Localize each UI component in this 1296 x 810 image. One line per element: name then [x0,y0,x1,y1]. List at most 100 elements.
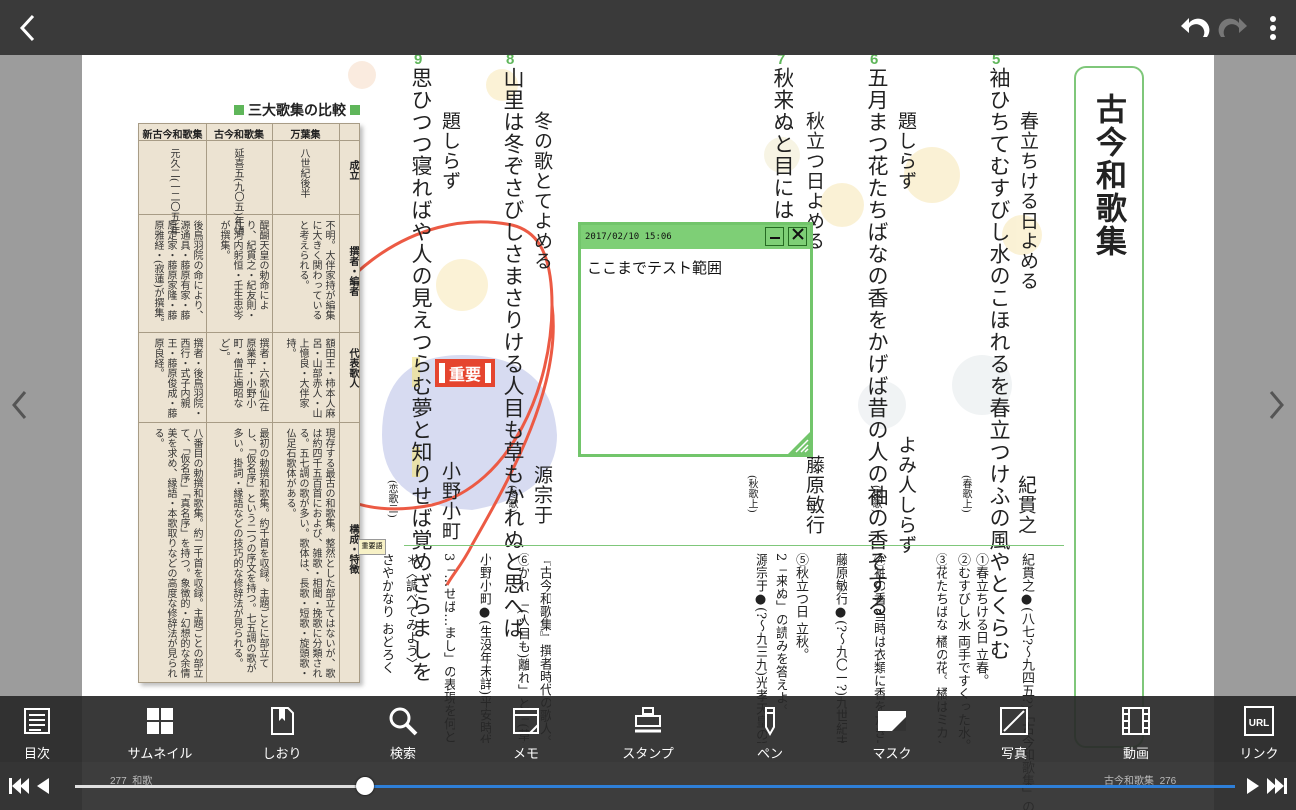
memo-timestamp: 2017/02/10 15:06 [585,232,672,242]
more-menu-button[interactable] [1258,0,1288,55]
search-button[interactable]: 検索 [353,696,453,762]
memo-icon [513,708,539,734]
row-label: 撰者・編者 [347,246,358,296]
redo-button[interactable] [1214,0,1252,55]
photo-icon [1000,707,1028,735]
chevron-left-icon [19,14,34,41]
slider-track-remaining[interactable] [356,785,1235,788]
comparison-title: 三大歌集の比較 [230,100,364,120]
row-label: 代表歌人 [347,348,358,388]
poem-text: 秋来ぬと目にはさやかに見えねども風の音にぞおどろかれぬる [772,67,793,222]
svg-text:URL: URL [1249,718,1270,729]
poem-preface: 題しらず [895,111,917,191]
top-bar [0,0,1296,55]
previous-page-step-button[interactable] [34,775,52,797]
undo-button[interactable] [1176,0,1214,55]
poem-preface: 春立ちける日よめる [1017,111,1039,291]
table-cell: 醍醐天皇の勅命により、紀貫之・紀友則・凡河内躬恒・壬生忠岑が撰集。 [218,220,268,320]
skip-to-start-icon [9,778,29,794]
skip-to-end-icon [1267,778,1287,794]
poem-source: (夏歌) [870,485,881,513]
redo-icon [1218,17,1247,37]
pen-button[interactable]: ペン [720,696,820,762]
table-cell: 八世紀後半 [298,148,309,198]
table-header: 万葉集 [290,130,321,141]
step-forward-icon [1247,778,1259,794]
page-slider-handle[interactable] [356,777,374,795]
memo-note[interactable]: 2017/02/10 15:06 ここまでテスト範囲 [578,222,813,457]
memo-button[interactable]: メモ [476,696,576,762]
poem-author: 源宗于 [531,465,553,525]
url-link-icon: URL [1244,706,1274,736]
poem-author: 紀貫之 [1015,475,1037,535]
important-stamp[interactable]: 重要 [436,360,494,386]
table-cell: 不明。大伴家持が編集に大きく関わっていると考えられる。 [297,220,334,320]
mask-icon [878,711,906,731]
chevron-right-icon [1269,391,1284,419]
poem-source: (秋歌上) [746,475,757,513]
link-button[interactable]: URL リンク [1209,696,1296,762]
table-cell: 元久二(一二〇五)年 [168,148,179,236]
resize-handle-icon[interactable] [788,432,810,454]
poem-text: 五月まつ花たちばなの香をかげば昔の人の袖の香ぞする [865,67,889,617]
close-icon [791,228,804,240]
next-page-button[interactable] [1256,385,1296,425]
table-cell: 現存する最古の和歌集。整然とした部立てはないが、歌は約四千五百首におよび、雑歌・… [284,428,334,678]
toc-icon [24,708,50,734]
bookmark-icon [271,707,294,735]
section-title: 古今和歌集 [1090,93,1126,258]
bottom-toolbar: 目次 サムネイル しおり 検索 メモ スタンプ ペン マスク 写真 動画 URL… [0,696,1296,762]
poem-source: (冬歌) [506,485,517,513]
minimize-icon [769,237,780,239]
poem-source: (恋歌二) [386,480,397,518]
memo-close-button[interactable] [788,227,807,246]
photo-button[interactable]: 写真 [964,696,1064,762]
pen-icon [765,707,775,737]
ebook-reader: 三大歌集の比較 新古今和歌集 古今和歌集 万葉集 成立 撰者・編者 代表歌人 構… [0,0,1296,810]
row-label: 成立 [347,160,358,180]
poem-author: 小野小町 [439,461,461,541]
memo-text[interactable]: ここまでテスト範囲 [581,249,810,286]
stamp-icon [635,707,661,733]
poem-source: (春歌上) [960,475,971,513]
note: ①春立ちける日 立春。 [973,553,988,688]
table-cell: 撰者・後鳥羽院・西行・式子内親王・藤原俊成・藤原良経。 [152,338,202,418]
memo-minimize-button[interactable] [765,227,784,246]
table-cell: 後鳥羽院の命により、源通具・藤原有家・藤原定家・藤原家隆・藤原雅経・(寂蓮)が撰… [152,220,202,328]
video-button[interactable]: 動画 [1086,696,1186,762]
poem-preface: 冬の歌とてよめる [531,111,553,271]
table-cell: 延喜五(九〇五)年頃 [232,148,243,236]
chevron-left-icon [12,391,27,419]
notes-divider [404,545,1064,546]
search-icon [389,707,418,736]
toc-button[interactable]: 目次 [0,696,87,762]
stamp-button[interactable]: スタンプ [598,696,698,762]
mask-button[interactable]: マスク [842,696,942,762]
table-header: 新古今和歌集 [142,130,203,141]
small-stamp[interactable]: 重要語 [358,539,386,555]
slider-track-filled[interactable] [75,785,356,788]
thumbnail-button[interactable]: サムネイル [110,696,210,762]
poem-text: 袖ひちてむすびし水のこほれるを春立つけふの風やとくらむ [987,67,1011,661]
more-vertical-icon [1270,15,1276,40]
table-cell: 八番目の勅撰和歌集。約二千首を収録。主題ごとの部立て、「仮名序」「真名序」を持つ… [152,428,202,678]
first-page-button[interactable] [8,775,30,797]
next-page-step-button[interactable] [1244,775,1262,797]
poem-author: よみ人しらず [895,435,917,555]
previous-page-button[interactable] [0,385,40,425]
step-back-icon [37,778,49,794]
poem-author: 藤原敏行 [803,455,825,535]
right-margin [1214,55,1296,696]
row-label: 構成・特徴 [347,524,358,574]
table-cell: 撰者・六歌仙(在原業平・小野小町・僧正遍昭など)。 [218,338,268,412]
table-header: 古今和歌集 [214,130,264,141]
thumbnail-grid-icon [147,708,173,734]
undo-icon [1181,17,1210,37]
comparison-table: 新古今和歌集 古今和歌集 万葉集 成立 撰者・編者 代表歌人 構成・特徴 元久二… [138,123,360,683]
table-cell: 最初の勅撰和歌集。約千首を収録。主題ごとに部立てし、「仮名序」という二つの序文を… [231,428,268,673]
last-page-button[interactable] [1266,775,1288,797]
video-icon [1122,707,1150,735]
left-margin [0,55,82,696]
back-button[interactable] [0,0,55,55]
bookmark-button[interactable]: しおり [232,696,332,762]
